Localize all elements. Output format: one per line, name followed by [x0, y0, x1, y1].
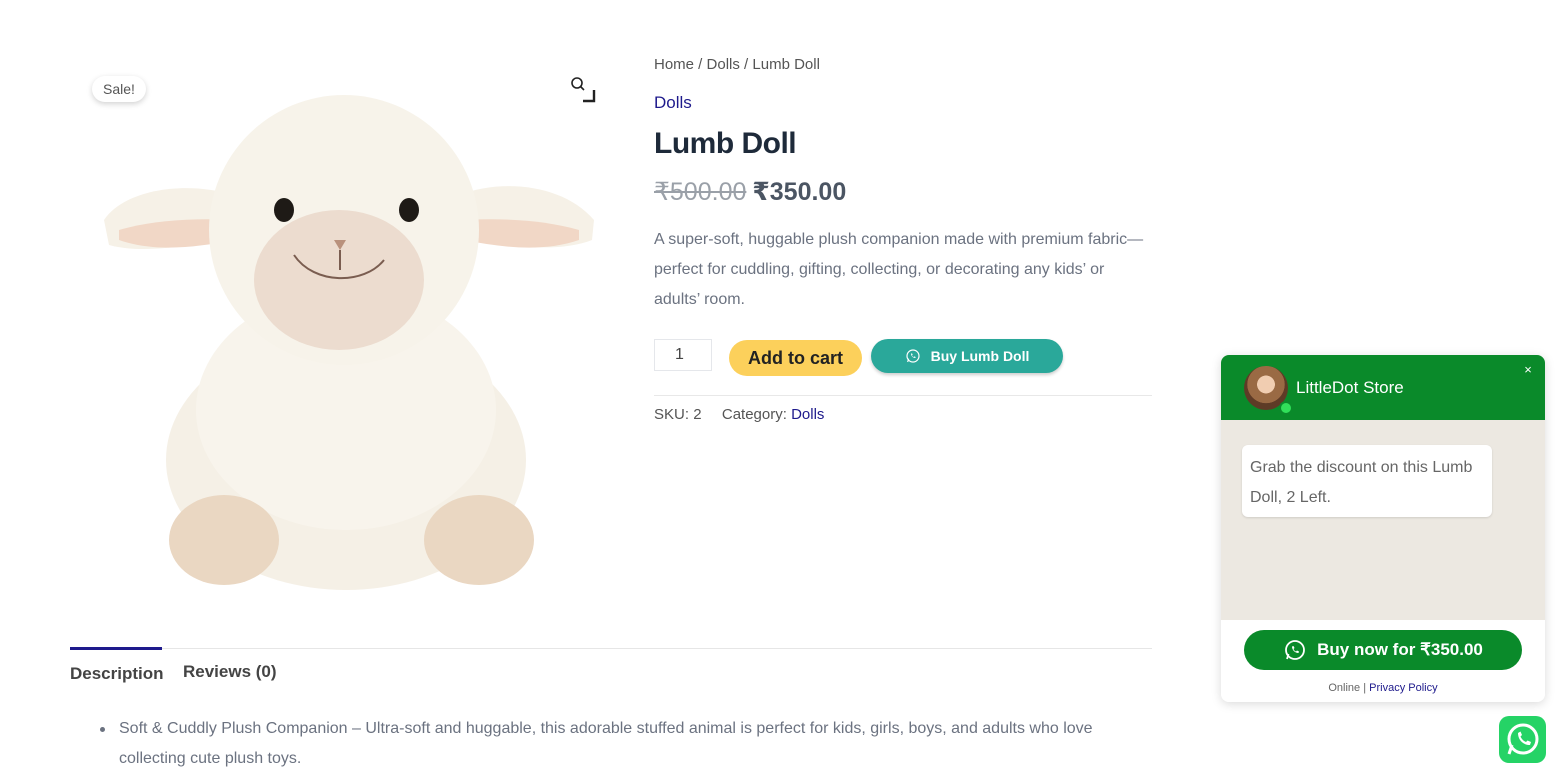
description-bullet-text: Soft & Cuddly Plush Companion – Ultra-so…: [119, 720, 1093, 767]
privacy-policy-link[interactable]: Privacy Policy: [1369, 682, 1437, 694]
product-title: Lumb Doll: [654, 127, 797, 160]
list-item: Soft & Cuddly Plush Companion – Ultra-so…: [100, 714, 1150, 774]
quantity-input[interactable]: [654, 339, 712, 371]
whatsapp-icon: [906, 349, 920, 363]
sale-price: ₹350.00: [752, 178, 847, 206]
whatsapp-chat-widget: LittleDot Store × Grab the discount on t…: [1221, 355, 1545, 702]
online-status: Online: [1328, 682, 1361, 694]
buy-whatsapp-button[interactable]: Buy Lumb Doll: [871, 339, 1063, 373]
whatsapp-icon: [1507, 723, 1539, 755]
status-separator: |: [1363, 682, 1367, 694]
category-label: Category:: [721, 406, 787, 423]
product-category-link[interactable]: Dolls: [654, 93, 692, 113]
buy-now-label: Buy now for ₹350.00: [1317, 640, 1483, 659]
chat-footer: Buy now for ₹350.00 Online | Privacy Pol…: [1221, 620, 1545, 702]
online-indicator: [1279, 401, 1293, 415]
breadcrumb: Home / Dolls / Lumb Doll: [654, 56, 1154, 73]
product-summary: Home / Dolls / Lumb Doll Dolls Lumb Doll…: [654, 50, 1154, 379]
breadcrumb-separator: /: [739, 56, 753, 73]
breadcrumb-category[interactable]: Dolls: [707, 56, 740, 73]
product-gallery: Sale!: [70, 60, 615, 600]
whatsapp-icon: [1285, 640, 1306, 660]
breadcrumb-home[interactable]: Home: [654, 56, 694, 73]
sku-value: 2: [693, 406, 702, 423]
chat-body: Grab the discount on this Lumb Doll, 2 L…: [1221, 420, 1545, 620]
add-to-cart-button[interactable]: Add to cart: [729, 340, 862, 376]
old-price: ₹500.00: [654, 178, 747, 206]
breadcrumb-separator: /: [694, 56, 707, 73]
sku-label: SKU:: [654, 406, 690, 423]
store-name: LittleDot Store: [1296, 378, 1404, 397]
whatsapp-float-button[interactable]: [1499, 716, 1546, 763]
chat-status-line: Online | Privacy Policy: [1221, 682, 1545, 694]
tab-description[interactable]: Description: [70, 647, 164, 684]
chat-message-bubble: Grab the discount on this Lumb Doll, 2 L…: [1242, 445, 1492, 517]
add-to-cart-row: Add to cart Buy Lumb Doll: [654, 339, 1154, 379]
tab-reviews[interactable]: Reviews (0): [183, 662, 277, 682]
sale-badge: Sale!: [92, 76, 146, 102]
product-price: ₹500.00 ₹350.00: [654, 177, 1154, 207]
buy-now-button[interactable]: Buy now for ₹350.00: [1244, 630, 1522, 670]
product-image-lamb[interactable]: [84, 80, 604, 590]
category-meta-link[interactable]: Dolls: [791, 406, 824, 423]
summary-divider: [654, 395, 1152, 396]
short-description: A super-soft, huggable plush companion m…: [654, 231, 1144, 308]
magnifier-icon[interactable]: [567, 74, 597, 104]
bullet-dot: [100, 727, 105, 732]
product-meta: SKU: 2 Category: Dolls: [654, 406, 824, 423]
chat-header: LittleDot Store ×: [1221, 355, 1545, 420]
tabs-divider: [70, 648, 1152, 649]
buy-whatsapp-label: Buy Lumb Doll: [930, 348, 1030, 364]
close-icon[interactable]: ×: [1521, 363, 1535, 377]
breadcrumb-current: Lumb Doll: [752, 56, 820, 73]
